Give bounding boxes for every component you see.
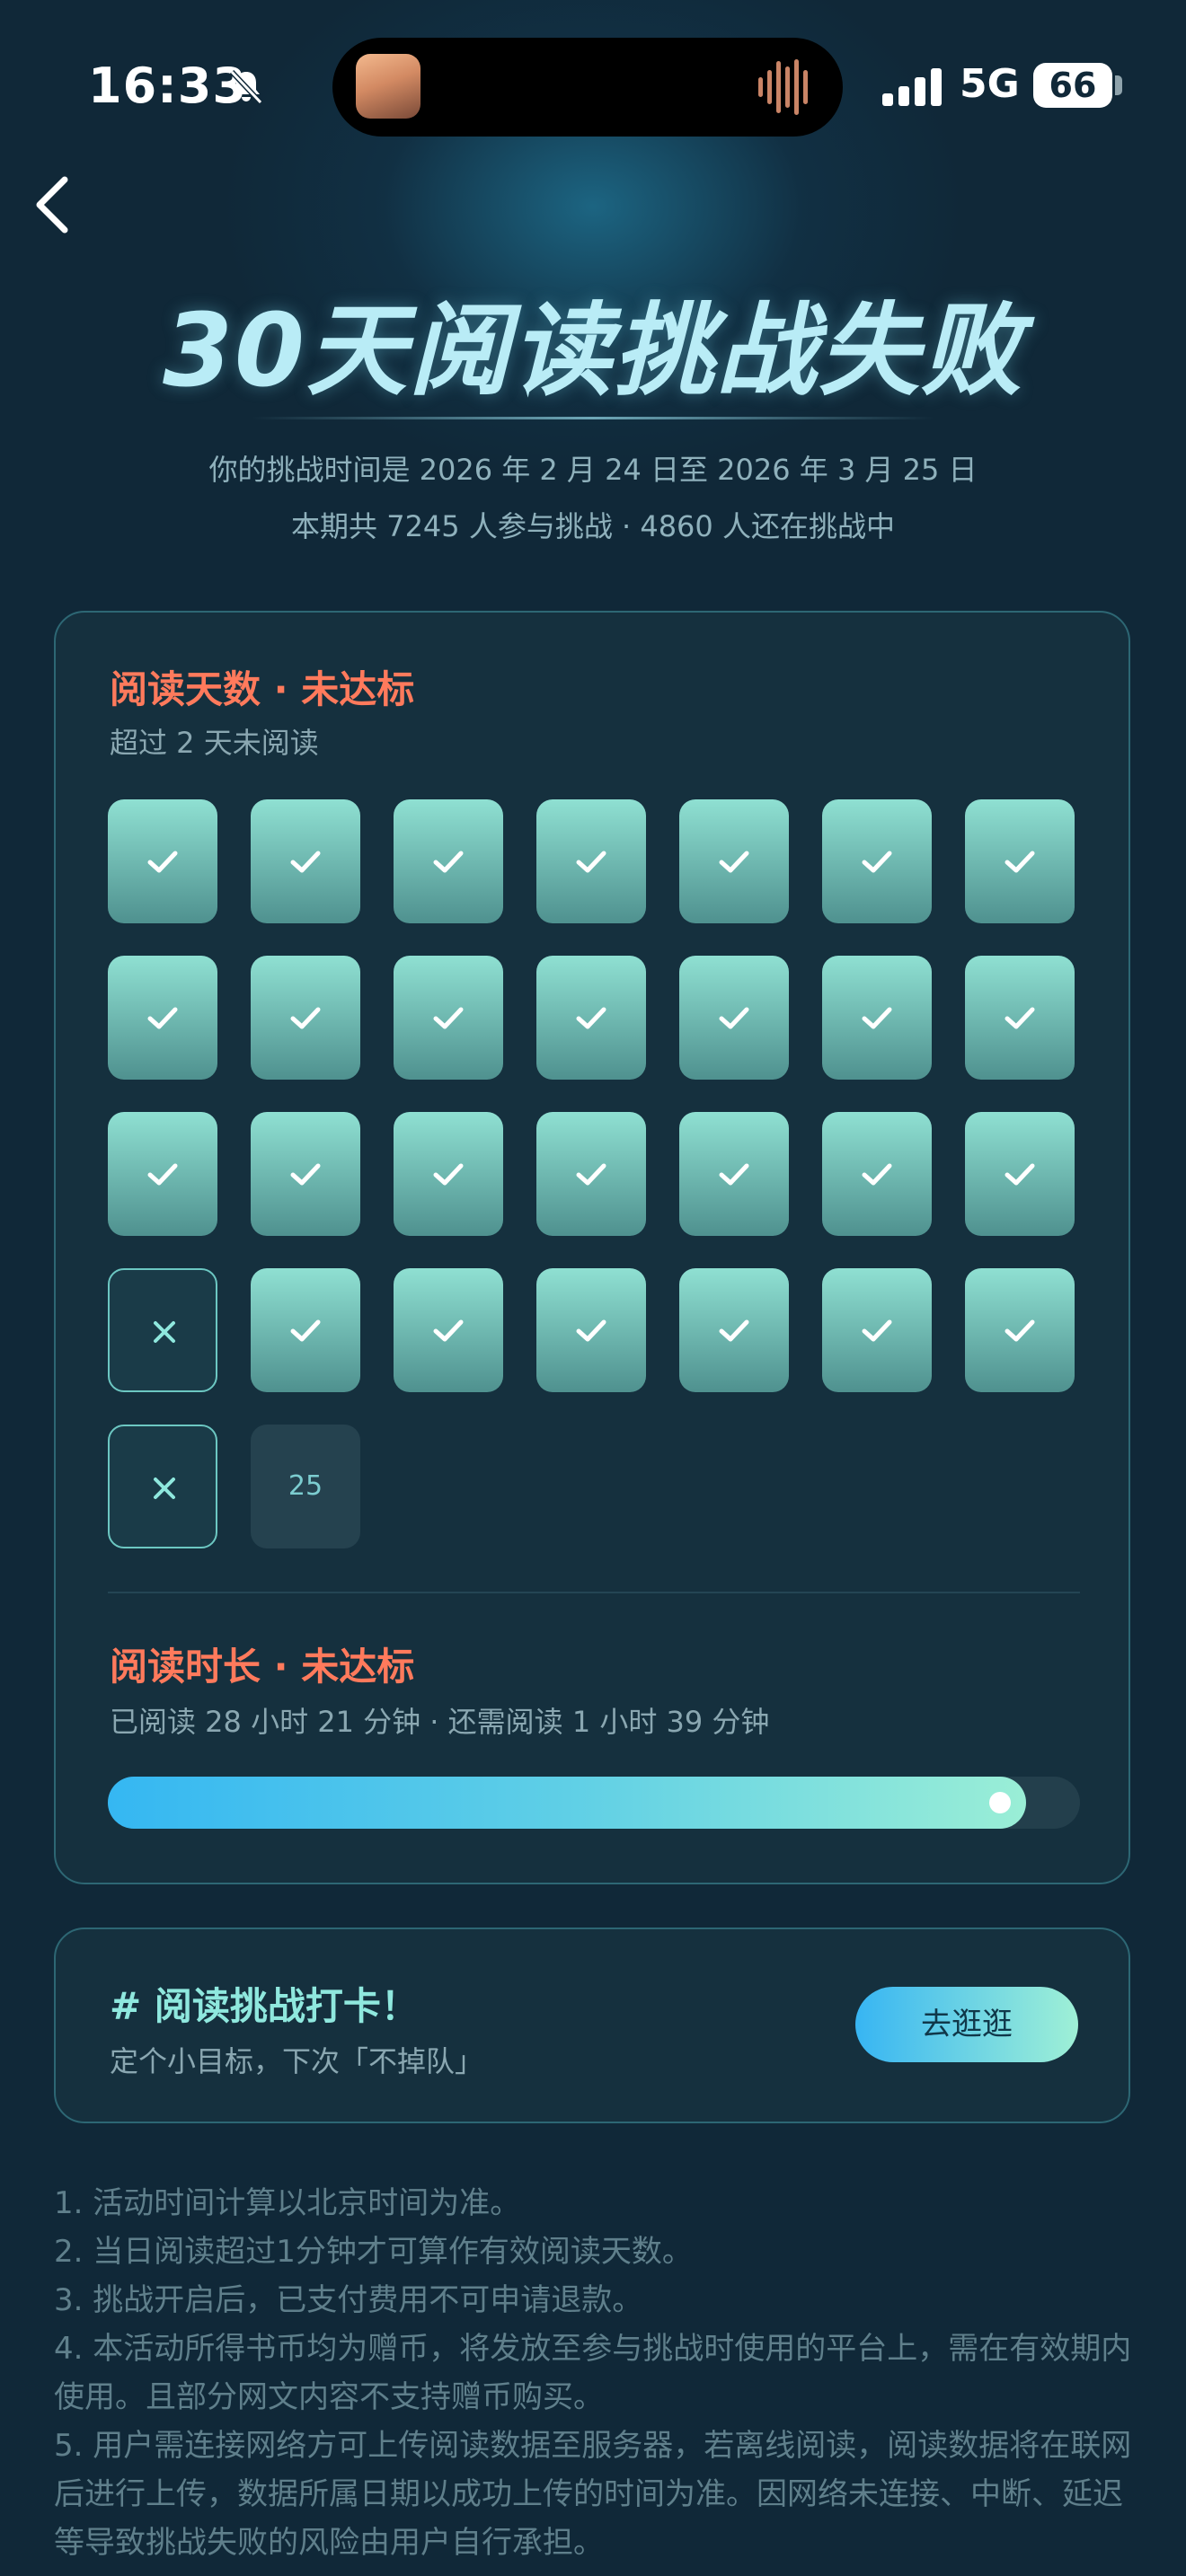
battery-cap: [1115, 75, 1122, 95]
day-cell-miss: [108, 1268, 217, 1392]
check-icon: [576, 851, 606, 873]
check-icon: [433, 1163, 464, 1186]
browse-button[interactable]: 去逛逛: [855, 1987, 1078, 2062]
day-number: 25: [288, 1470, 323, 1502]
day-cell-ok: [679, 799, 789, 923]
reading-progress-knob: [989, 1792, 1011, 1813]
rule-item: 5. 用户需连接网络方可上传阅读数据至服务器，若离线阅读，阅读数据将在联网后进行…: [54, 2428, 1132, 2561]
dynamic-island: [332, 38, 843, 137]
day-cell-ok: [965, 956, 1075, 1080]
day-cell-ok: [108, 1112, 217, 1236]
check-icon: [290, 1319, 321, 1342]
day-cell-ok: [108, 956, 217, 1080]
day-cell-ok: [679, 1268, 789, 1392]
cross-icon: [154, 1478, 175, 1499]
day-cell-ok: [394, 799, 503, 923]
bell-muted-icon: [229, 69, 263, 105]
status-bar: 16:33 5G 66: [0, 0, 1186, 171]
check-icon: [576, 1319, 606, 1342]
check-icon: [719, 1319, 749, 1342]
day-cell-ok: [822, 1112, 932, 1236]
check-icon: [1005, 1319, 1035, 1342]
day-cell-ok: [251, 1268, 360, 1392]
signal-icon: [882, 68, 942, 106]
check-icon: [719, 1163, 749, 1186]
day-cell-ok: [536, 1112, 646, 1236]
check-icon: [576, 1163, 606, 1186]
promo-card: # 阅读挑战打卡！ 定个小目标，下次「不掉队」 去逛逛: [54, 1928, 1130, 2123]
check-icon: [433, 1007, 464, 1029]
chevron-left-icon[interactable]: [25, 171, 83, 239]
check-icon: [290, 1007, 321, 1029]
day-cell-ok: [536, 956, 646, 1080]
rules-list: 1. 活动时间计算以北京时间为准。 2. 当日阅读超过1分钟才可算作有效阅读天数…: [54, 2179, 1132, 2567]
check-icon: [862, 1163, 892, 1186]
check-icon: [147, 1007, 178, 1029]
rule-item: 2. 当日阅读超过1分钟才可算作有效阅读天数。: [54, 2234, 693, 2270]
day-cell-ok: [108, 799, 217, 923]
check-icon: [433, 1319, 464, 1342]
day-cell-ok: [536, 1268, 646, 1392]
day-cell-pending: 25: [251, 1425, 360, 1548]
check-icon: [862, 851, 892, 873]
day-cell-ok: [679, 956, 789, 1080]
check-icon: [1005, 1163, 1035, 1186]
duration-section-title: 阅读时长 · 未达标: [110, 1645, 415, 1689]
check-icon: [862, 1319, 892, 1342]
duration-section-subtitle: 已阅读 28 小时 21 分钟 · 还需阅读 1 小时 39 分钟: [110, 1705, 770, 1739]
day-cell-ok: [536, 799, 646, 923]
battery-icon: 66: [1033, 63, 1112, 108]
check-icon: [147, 851, 178, 873]
day-cell-ok: [965, 1268, 1075, 1392]
promo-title: # 阅读挑战打卡！: [110, 1984, 419, 2028]
network-type: 5G: [960, 61, 1020, 107]
day-cell-ok: [394, 956, 503, 1080]
day-cell-ok: [251, 1112, 360, 1236]
check-icon: [1005, 1007, 1035, 1029]
day-cell-miss: [108, 1425, 217, 1548]
day-cell-ok: [679, 1112, 789, 1236]
day-cell-ok: [394, 1268, 503, 1392]
section-divider: [108, 1592, 1080, 1593]
day-cell-ok: [822, 1268, 932, 1392]
rule-item: 4. 本活动所得书币均为赠币，将发放至参与挑战时使用的平台上，需在有效期内使用。…: [54, 2331, 1132, 2415]
check-icon: [147, 1163, 178, 1186]
rule-item: 1. 活动时间计算以北京时间为准。: [54, 2185, 521, 2221]
days-section-title: 阅读天数 · 未达标: [110, 667, 415, 711]
cross-icon: [154, 1321, 175, 1343]
progress-card: 阅读天数 · 未达标 超过 2 天未阅读 25 阅读时长 · 未达标 已阅读 2…: [54, 611, 1130, 1884]
app-thumbnail-icon[interactable]: [356, 54, 420, 119]
title-underline: [252, 417, 934, 419]
check-icon: [1005, 851, 1035, 873]
reading-progress-bar: [108, 1777, 1080, 1829]
check-icon: [719, 1007, 749, 1029]
check-icon: [290, 851, 321, 873]
promo-subtitle: 定个小目标，下次「不掉队」: [110, 2044, 484, 2078]
days-section-subtitle: 超过 2 天未阅读: [110, 726, 319, 760]
battery-level: 66: [1049, 66, 1097, 105]
check-icon: [862, 1007, 892, 1029]
day-cell-ok: [822, 799, 932, 923]
participant-count: 本期共 7245 人参与挑战 · 4860 人还在挑战中: [291, 509, 895, 543]
reading-progress-fill: [108, 1777, 1026, 1829]
check-icon: [719, 851, 749, 873]
challenge-period: 你的挑战时间是 2026 年 2 月 24 日至 2026 年 3 月 25 日: [208, 453, 978, 487]
day-cell-ok: [965, 799, 1075, 923]
audio-wave-icon: [758, 59, 808, 115]
day-cell-ok: [822, 956, 932, 1080]
day-cell-ok: [965, 1112, 1075, 1236]
rule-item: 3. 挑战开启后，已支付费用不可申请退款。: [54, 2282, 643, 2318]
day-cell-ok: [251, 956, 360, 1080]
page-title: 30天阅读挑战失败: [163, 293, 1023, 410]
check-icon: [433, 851, 464, 873]
day-cell-ok: [394, 1112, 503, 1236]
day-cell-ok: [251, 799, 360, 923]
status-time: 16:33: [88, 57, 247, 114]
check-icon: [576, 1007, 606, 1029]
check-icon: [290, 1163, 321, 1186]
